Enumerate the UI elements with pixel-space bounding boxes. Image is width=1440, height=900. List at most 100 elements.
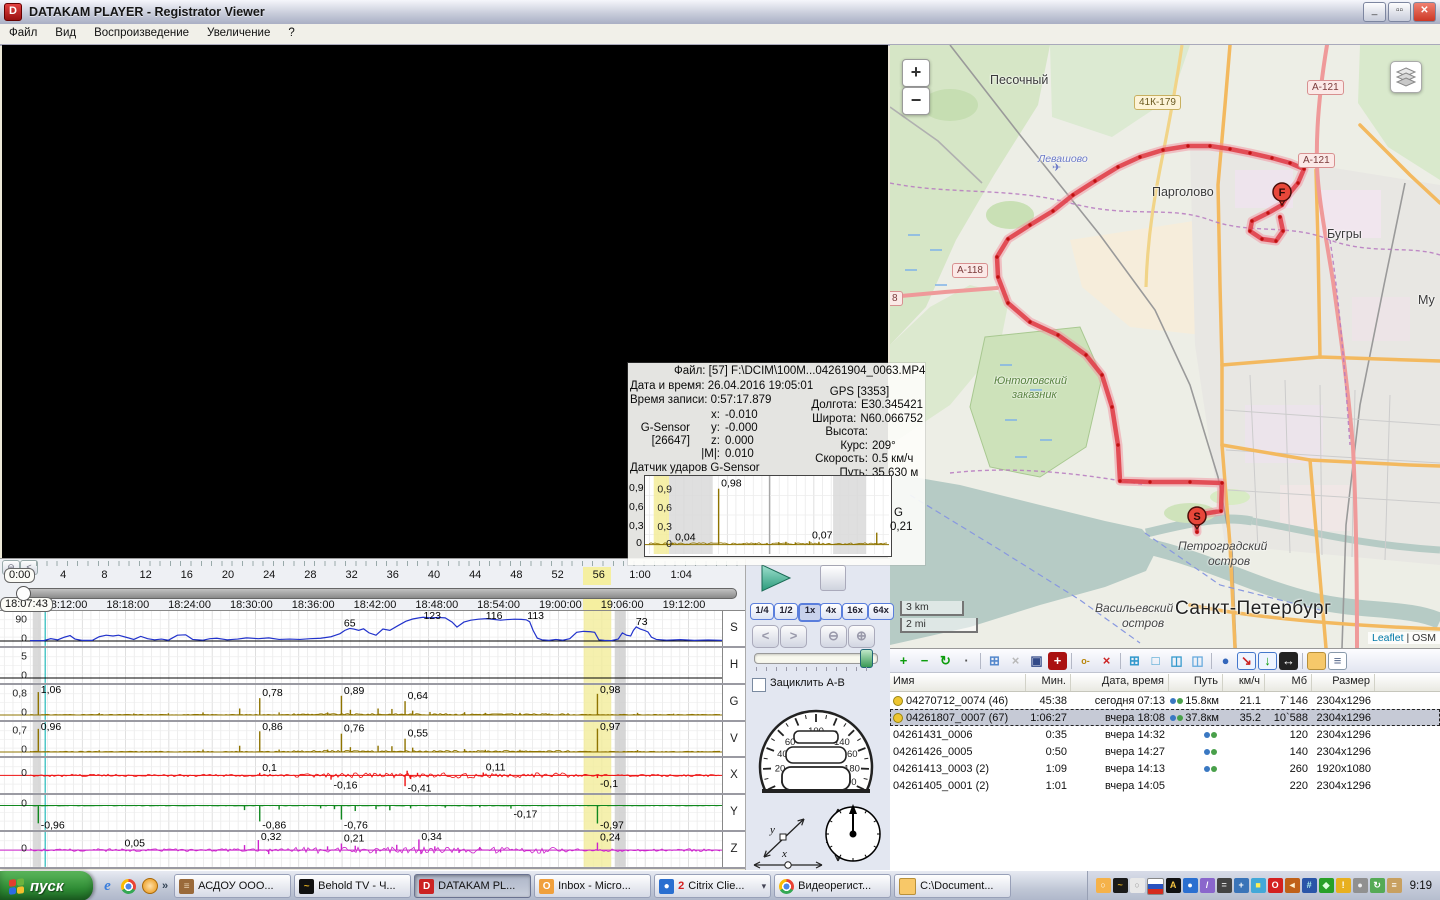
sync-icon[interactable]: ◆	[1319, 878, 1334, 893]
taskbar-task-citrix[interactable]: ●2Citrix Clie...▾	[654, 874, 771, 898]
file-row[interactable]: 04270712_0074 (46)45:38сегодня 07:1315.8…	[890, 692, 1440, 709]
display-icon[interactable]: ■	[1251, 878, 1266, 893]
column-header-5[interactable]: Мб	[1265, 674, 1312, 691]
folder-icon[interactable]	[1307, 652, 1326, 670]
green-util-icon[interactable]: ↻	[1370, 878, 1385, 893]
outlook-reminder-icon[interactable]: ○	[1096, 878, 1111, 893]
speed-button-4x[interactable]: 4x	[820, 603, 842, 620]
layers2-icon[interactable]: ◫	[1188, 652, 1207, 670]
timeline[interactable]: ⊖ < 0:00 18:07:43 4812162024283236404448…	[0, 558, 745, 611]
column-header-3[interactable]: Путь	[1169, 674, 1223, 691]
update-icon[interactable]: ○	[1130, 878, 1145, 893]
pen-icon[interactable]: /	[1200, 878, 1215, 893]
admin-tools-icon[interactable]: +	[1234, 878, 1249, 893]
menu-zoom[interactable]: Увеличение	[198, 24, 279, 44]
chrome-icon[interactable]	[120, 878, 137, 895]
speed-button-1x[interactable]: 1x	[798, 603, 822, 622]
taskbar-task-acdou[interactable]: ≡АСДОУ ООО...	[174, 874, 291, 898]
chart-row-v: 0,960,860,760,550,970,70V	[0, 722, 745, 759]
outlook-clock-icon[interactable]	[141, 878, 158, 895]
quick-launch-chevron[interactable]: »	[162, 880, 168, 892]
range-icon[interactable]: ↔	[1279, 652, 1298, 670]
map-panel[interactable]: ✈ FS + − ПесочныйЛевашовоПарголовоБугрыЮ…	[890, 45, 1440, 648]
stop-button[interactable]	[820, 565, 846, 591]
column-header-1[interactable]: Мин.	[1026, 674, 1071, 691]
map-zoom-out-button[interactable]: −	[902, 87, 930, 115]
stamp-icon[interactable]: ≡	[1387, 878, 1402, 893]
loop-ab-checkbox[interactable]	[752, 678, 766, 692]
ie-icon[interactable]: e	[99, 878, 116, 895]
speed-button-1-2[interactable]: 1/2	[774, 603, 798, 620]
audio-icon[interactable]: ●	[1353, 878, 1368, 893]
file-row[interactable]: 04261426_00050:50вчера 14:271402304x1296	[890, 743, 1440, 760]
key-icon[interactable]: o-	[1076, 652, 1095, 670]
device-icon[interactable]: =	[1217, 878, 1232, 893]
map-layers-button[interactable]	[1390, 61, 1422, 93]
step-forward-button[interactable]: >	[780, 625, 807, 648]
column-header-4[interactable]: км/ч	[1223, 674, 1265, 691]
copy-icon[interactable]: ⊞	[985, 652, 1004, 670]
add-icon[interactable]: +	[894, 652, 913, 670]
restore-button[interactable]: ▫▫	[1388, 2, 1411, 22]
save-icon[interactable]: ▣	[1027, 652, 1046, 670]
column-header-0[interactable]: Имя	[890, 674, 1026, 691]
frame-add-icon[interactable]: ⊞	[1125, 652, 1144, 670]
lang-ru-icon[interactable]	[1147, 878, 1164, 895]
menu-view[interactable]: Вид	[46, 24, 85, 44]
zoom-out-chart-button[interactable]: ⊖	[820, 625, 847, 648]
speed-button-64x[interactable]: 64x	[868, 603, 894, 620]
refresh-icon[interactable]: ↻	[936, 652, 955, 670]
start-button[interactable]: пуск	[0, 871, 93, 900]
play-button[interactable]	[758, 563, 794, 593]
frame-icon[interactable]: □	[1146, 652, 1165, 670]
menu-file[interactable]: Файл	[0, 24, 46, 44]
cut-disabled-icon[interactable]: ×	[1006, 652, 1025, 670]
file-date: вчера 14:32	[1071, 729, 1169, 741]
timeline-scrubber-track[interactable]	[22, 588, 737, 599]
close-button[interactable]: ✕	[1413, 2, 1436, 22]
medkit-icon[interactable]: +	[1048, 652, 1067, 670]
map-scale-mi: 2 mi	[900, 618, 978, 633]
behold-tv-icon[interactable]: ~	[1113, 878, 1128, 893]
taskbar-task-outlook[interactable]: OInbox - Micro...	[534, 874, 651, 898]
minimize-button[interactable]: _	[1363, 2, 1386, 22]
step-back-button[interactable]: <	[752, 625, 779, 648]
layers-icon[interactable]: ◫	[1167, 652, 1186, 670]
timeline-scrubber-thumb[interactable]	[16, 586, 31, 601]
osm-link[interactable]: | OSM	[1406, 632, 1436, 644]
chart-icon[interactable]: ↘	[1237, 652, 1256, 670]
shield-icon[interactable]: !	[1336, 878, 1351, 893]
globe-icon[interactable]: ●	[1216, 652, 1235, 670]
export-icon[interactable]: ↓	[1258, 652, 1277, 670]
file-row[interactable]: 04261431_00060:35вчера 14:321202304x1296	[890, 726, 1440, 743]
more-icon[interactable]: ·	[957, 652, 976, 670]
chart-scale-slider-thumb[interactable]	[860, 649, 873, 668]
column-header-2[interactable]: Дата, время	[1071, 674, 1169, 691]
menu-help[interactable]: ?	[279, 24, 303, 44]
taskbar-task-behold[interactable]: ~Behold TV - Ч...	[294, 874, 411, 898]
file-row[interactable]: 04261405_0001 (2)1:01вчера 14:052202304x…	[890, 777, 1440, 794]
report-icon[interactable]: ≡	[1328, 652, 1347, 670]
punto-icon[interactable]: A	[1166, 878, 1181, 893]
speed-button-16x[interactable]: 16x	[842, 603, 868, 620]
file-row[interactable]: 04261807_0007 (67)1:06:27вчера 18:0837.8…	[890, 709, 1440, 726]
folder-icon	[899, 878, 916, 895]
taskbar-task-chrome[interactable]: Видеорегист...	[774, 874, 891, 898]
citrix-icon[interactable]: ●	[1183, 878, 1198, 893]
key-delete-icon[interactable]: ×	[1097, 652, 1116, 670]
map-canvas[interactable]: ✈ FS	[890, 45, 1440, 648]
leaflet-link[interactable]: Leaflet	[1372, 632, 1404, 644]
network-icon[interactable]: #	[1302, 878, 1317, 893]
speed-button-1-4[interactable]: 1/4	[750, 603, 774, 620]
zoom-in-chart-button[interactable]: ⊕	[848, 625, 875, 648]
chart-annotation: 123	[423, 611, 441, 622]
taskbar-task-folder[interactable]: C:\Document...	[894, 874, 1011, 898]
map-zoom-in-button[interactable]: +	[902, 59, 930, 87]
menu-playback[interactable]: Воспроизведение	[85, 24, 198, 44]
taskbar-task-datakam[interactable]: DDATAKAM PL...	[414, 874, 531, 898]
file-row[interactable]: 04261413_0003 (2)1:09вчера 14:132601920x…	[890, 760, 1440, 777]
volume-icon[interactable]: ◄	[1285, 878, 1300, 893]
column-header-6[interactable]: Размер	[1312, 674, 1375, 691]
oracle-icon[interactable]: O	[1268, 878, 1283, 893]
remove-icon[interactable]: −	[915, 652, 934, 670]
